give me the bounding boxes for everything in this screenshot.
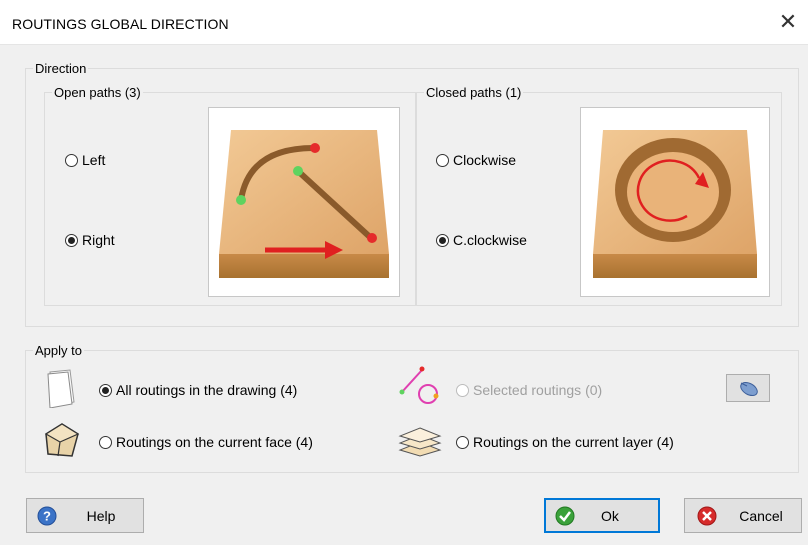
help-button[interactable]: ? Help	[26, 498, 144, 533]
cancel-label: Cancel	[739, 508, 783, 524]
help-label: Help	[86, 508, 116, 524]
radio-left[interactable]: Left	[65, 152, 105, 168]
cube-face-icon	[42, 420, 82, 463]
radio-all-routings[interactable]: All routings in the drawing (4)	[99, 382, 297, 398]
radio-selected-routings[interactable]: Selected routings (0)	[456, 382, 602, 398]
window-title: ROUTINGS GLOBAL DIRECTION	[12, 16, 229, 32]
pick-selection-button[interactable]	[726, 374, 770, 402]
radio-right[interactable]: Right	[65, 232, 115, 248]
radio-current-face[interactable]: Routings on the current face (4)	[99, 434, 313, 450]
radio-right-indicator	[65, 233, 78, 247]
radio-clockwise[interactable]: Clockwise	[436, 152, 516, 168]
mouse-icon	[740, 381, 758, 397]
radio-selected-routings-indicator	[456, 383, 469, 397]
radio-current-layer-label: Routings on the current layer (4)	[473, 434, 674, 450]
title-separator	[0, 44, 808, 45]
cancel-button[interactable]: Cancel	[684, 498, 802, 533]
radio-left-indicator	[65, 153, 78, 167]
selected-path-icon	[396, 364, 444, 411]
radio-current-layer-indicator	[456, 435, 469, 449]
close-icon[interactable]: ✕	[776, 10, 800, 34]
radio-clockwise-indicator	[436, 153, 449, 167]
radio-current-face-indicator	[99, 435, 112, 449]
apply-to-legend: Apply to	[33, 343, 84, 359]
closed-paths-illustration	[593, 130, 757, 278]
radio-counterclockwise-label: C.clockwise	[453, 232, 527, 248]
radio-selected-routings-label: Selected routings (0)	[473, 382, 603, 398]
radio-all-routings-indicator	[99, 383, 112, 397]
layers-icon	[398, 422, 442, 461]
title-bar: ROUTINGS GLOBAL DIRECTION ✕	[0, 0, 808, 44]
page-icon	[44, 368, 78, 411]
open-paths-illustration	[219, 130, 389, 278]
direction-legend: Direction	[33, 61, 89, 77]
ok-button[interactable]: Ok	[544, 498, 660, 533]
radio-clockwise-label: Clockwise	[453, 152, 517, 168]
open-paths-legend: Open paths (3)	[52, 85, 143, 101]
radio-all-routings-label: All routings in the drawing (4)	[116, 382, 298, 398]
open-paths-preview	[208, 107, 400, 297]
radio-counterclockwise[interactable]: C.clockwise	[436, 232, 527, 248]
radio-right-label: Right	[82, 232, 115, 248]
closed-paths-legend: Closed paths (1)	[424, 85, 524, 101]
radio-left-label: Left	[82, 152, 106, 168]
radio-counterclockwise-indicator	[436, 233, 449, 247]
closed-paths-preview	[580, 107, 770, 297]
radio-current-face-label: Routings on the current face (4)	[116, 434, 313, 450]
ok-label: Ok	[601, 508, 619, 524]
radio-current-layer[interactable]: Routings on the current layer (4)	[456, 434, 674, 450]
